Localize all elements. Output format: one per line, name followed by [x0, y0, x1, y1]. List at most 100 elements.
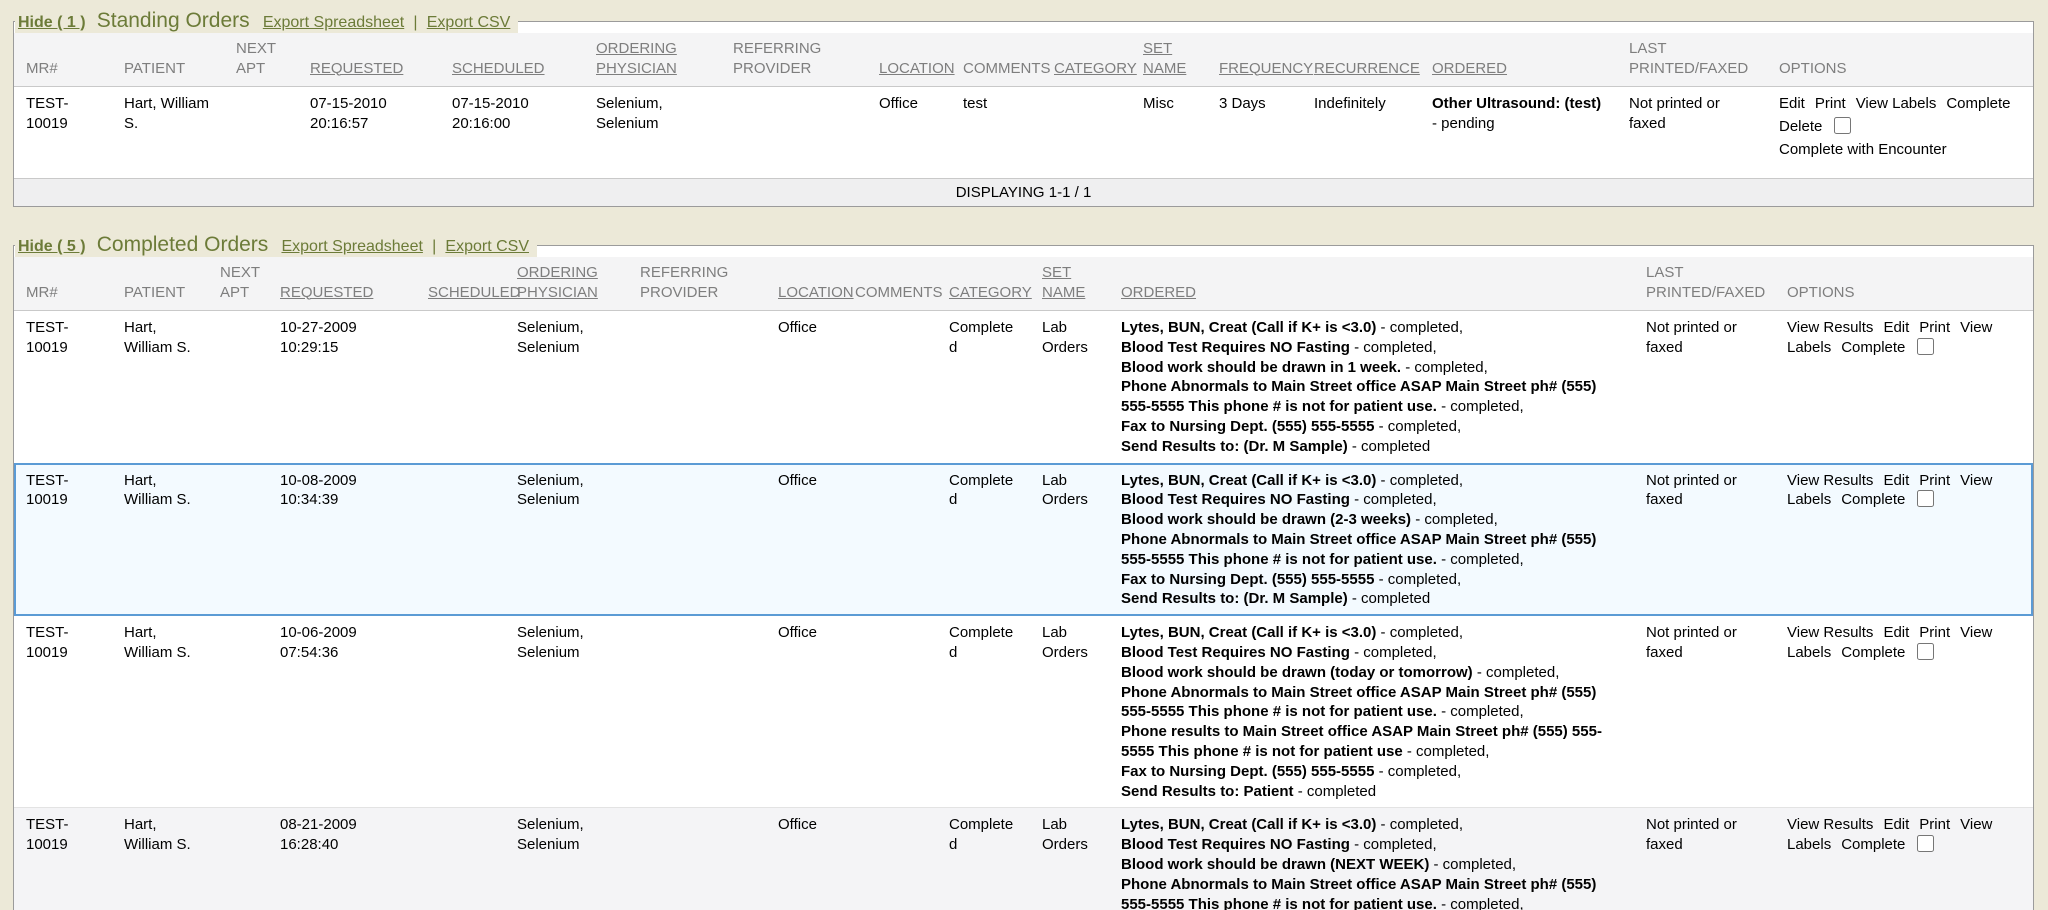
cell-scheduled: [416, 616, 505, 808]
complete-link[interactable]: Complete: [1841, 836, 1905, 853]
completed-export-csv-link[interactable]: Export CSV: [445, 238, 529, 255]
cell-requested: 10-08-2009 10:34:39: [268, 463, 416, 616]
cell-mr: TEST-10019: [14, 616, 112, 808]
cell-patient: Hart, William S.: [112, 463, 208, 616]
view-results-link[interactable]: View Results: [1787, 816, 1873, 833]
completed-hide-link[interactable]: Hide ( 5 ): [18, 238, 86, 255]
order-select-checkbox[interactable]: [1834, 117, 1851, 134]
cell-patient: Hart, William S.: [112, 87, 224, 179]
standing-orders-title: Standing Orders: [97, 9, 250, 32]
cell-comments: [843, 463, 937, 616]
order-item: Phone Abnormals to Main Street office AS…: [1121, 377, 1624, 417]
order-item: Blood work should be drawn (2-3 weeks) -…: [1121, 510, 1624, 530]
cell-referring-provider: [721, 87, 867, 179]
order-select-checkbox[interactable]: [1917, 643, 1934, 660]
cell-referring-provider: [628, 808, 766, 910]
standing-header-row: MR# PATIENT NEXT APT REQUESTED SCHEDULED…: [14, 33, 2033, 87]
cell-set-name: Lab Orders: [1030, 463, 1109, 616]
complete-link[interactable]: Complete: [1841, 491, 1905, 508]
col-header-ordering-physician[interactable]: ORDERING PHYSICIAN: [505, 257, 628, 311]
print-link[interactable]: Print: [1919, 319, 1950, 336]
col-header-requested[interactable]: REQUESTED: [268, 257, 416, 311]
complete-link[interactable]: Complete: [1841, 644, 1905, 661]
col-header-category[interactable]: CATEGORY: [1042, 33, 1131, 87]
cell-category: Completed: [937, 463, 1030, 616]
table-row-selected: TEST-10019 Hart, William S. 10-08-2009 1…: [14, 463, 2033, 616]
completed-orders-title: Completed Orders: [97, 233, 269, 256]
print-link[interactable]: Print: [1919, 472, 1950, 489]
order-item: Phone results to Main Street office ASAP…: [1121, 722, 1624, 762]
cell-mr: TEST-10019: [14, 463, 112, 616]
edit-link[interactable]: Edit: [1883, 472, 1909, 489]
order-name: Blood Test Requires NO Fasting: [1121, 491, 1350, 508]
col-header-frequency[interactable]: FREQUENCY: [1207, 33, 1302, 87]
col-header-location[interactable]: LOCATION: [766, 257, 843, 311]
cell-category: Completed: [937, 311, 1030, 464]
standing-hide-link[interactable]: Hide ( 1 ): [18, 14, 86, 31]
cell-location: Office: [766, 463, 843, 616]
col-header-scheduled[interactable]: SCHEDULED: [440, 33, 584, 87]
cell-set-name: Misc: [1131, 87, 1207, 179]
complete-with-encounter-link[interactable]: Complete with Encounter: [1779, 141, 1947, 158]
completed-orders-table: MR# PATIENT NEXT APT REQUESTED SCHEDULED…: [14, 257, 2033, 910]
order-name: Lytes, BUN, Creat (Call if K+ is <3.0): [1121, 624, 1376, 641]
order-name: Blood work should be drawn (NEXT WEEK): [1121, 856, 1429, 873]
cell-comments: test: [951, 87, 1042, 179]
completed-export-spreadsheet-link[interactable]: Export Spreadsheet: [281, 238, 422, 255]
view-results-link[interactable]: View Results: [1787, 472, 1873, 489]
order-status: - completed,: [1403, 743, 1490, 760]
order-name: Blood work should be drawn (2-3 weeks): [1121, 511, 1411, 528]
order-name: Blood work should be drawn in 1 week.: [1121, 359, 1401, 376]
col-header-category[interactable]: CATEGORY: [937, 257, 1030, 311]
link-separator: |: [432, 238, 436, 255]
col-header-recurrence[interactable]: RECURRENCE: [1302, 33, 1420, 87]
order-select-checkbox[interactable]: [1917, 490, 1934, 507]
col-header-ordered[interactable]: ORDERED: [1109, 257, 1634, 311]
order-select-checkbox[interactable]: [1917, 835, 1934, 852]
print-link[interactable]: Print: [1919, 816, 1950, 833]
col-header-set-name[interactable]: SET NAME: [1131, 33, 1207, 87]
complete-link[interactable]: Complete: [1841, 339, 1905, 356]
order-item: Blood Test Requires NO Fasting - complet…: [1121, 490, 1624, 510]
cell-mr: TEST-10019: [14, 311, 112, 464]
col-header-scheduled[interactable]: SCHEDULED: [416, 257, 505, 311]
order-name: Lytes, BUN, Creat (Call if K+ is <3.0): [1121, 472, 1376, 489]
order-item: Lytes, BUN, Creat (Call if K+ is <3.0) -…: [1121, 623, 1624, 643]
order-name: Fax to Nursing Dept. (555) 555-5555: [1121, 418, 1374, 435]
order-status: - completed,: [1376, 472, 1463, 489]
order-item: Blood Test Requires NO Fasting - complet…: [1121, 643, 1624, 663]
view-labels-link[interactable]: View Labels: [1856, 95, 1937, 112]
col-header-set-name[interactable]: SET NAME: [1030, 257, 1109, 311]
edit-link[interactable]: Edit: [1883, 319, 1909, 336]
edit-link[interactable]: Edit: [1883, 816, 1909, 833]
cell-scheduled: [416, 311, 505, 464]
delete-link[interactable]: Delete: [1779, 118, 1822, 135]
complete-link[interactable]: Complete: [1946, 95, 2010, 112]
standing-export-csv-link[interactable]: Export CSV: [427, 14, 511, 31]
order-name: Fax to Nursing Dept. (555) 555-5555: [1121, 763, 1374, 780]
order-item: Fax to Nursing Dept. (555) 555-5555 - co…: [1121, 762, 1624, 782]
col-header-options: OPTIONS: [1767, 33, 2033, 87]
col-header-ordering-physician[interactable]: ORDERING PHYSICIAN: [584, 33, 721, 87]
col-header-mr: MR#: [14, 257, 112, 311]
cell-last-printed-faxed: Not printed or faxed: [1634, 311, 1775, 464]
col-header-requested[interactable]: REQUESTED: [298, 33, 440, 87]
standing-export-spreadsheet-link[interactable]: Export Spreadsheet: [263, 14, 404, 31]
edit-link[interactable]: Edit: [1883, 624, 1909, 641]
cell-referring-provider: [628, 463, 766, 616]
cell-requested: 10-06-2009 07:54:36: [268, 616, 416, 808]
cell-ordered: Lytes, BUN, Creat (Call if K+ is <3.0) -…: [1109, 463, 1634, 616]
view-results-link[interactable]: View Results: [1787, 624, 1873, 641]
view-results-link[interactable]: View Results: [1787, 319, 1873, 336]
col-header-location[interactable]: LOCATION: [867, 33, 951, 87]
cell-referring-provider: [628, 311, 766, 464]
edit-link[interactable]: Edit: [1779, 95, 1805, 112]
order-select-checkbox[interactable]: [1917, 338, 1934, 355]
cell-scheduled: [416, 463, 505, 616]
cell-last-printed-faxed: Not printed or faxed: [1634, 616, 1775, 808]
order-name: Blood Test Requires NO Fasting: [1121, 644, 1350, 661]
cell-next-apt: [208, 463, 268, 616]
print-link[interactable]: Print: [1919, 624, 1950, 641]
print-link[interactable]: Print: [1815, 95, 1846, 112]
col-header-ordered[interactable]: ORDERED: [1420, 33, 1617, 87]
